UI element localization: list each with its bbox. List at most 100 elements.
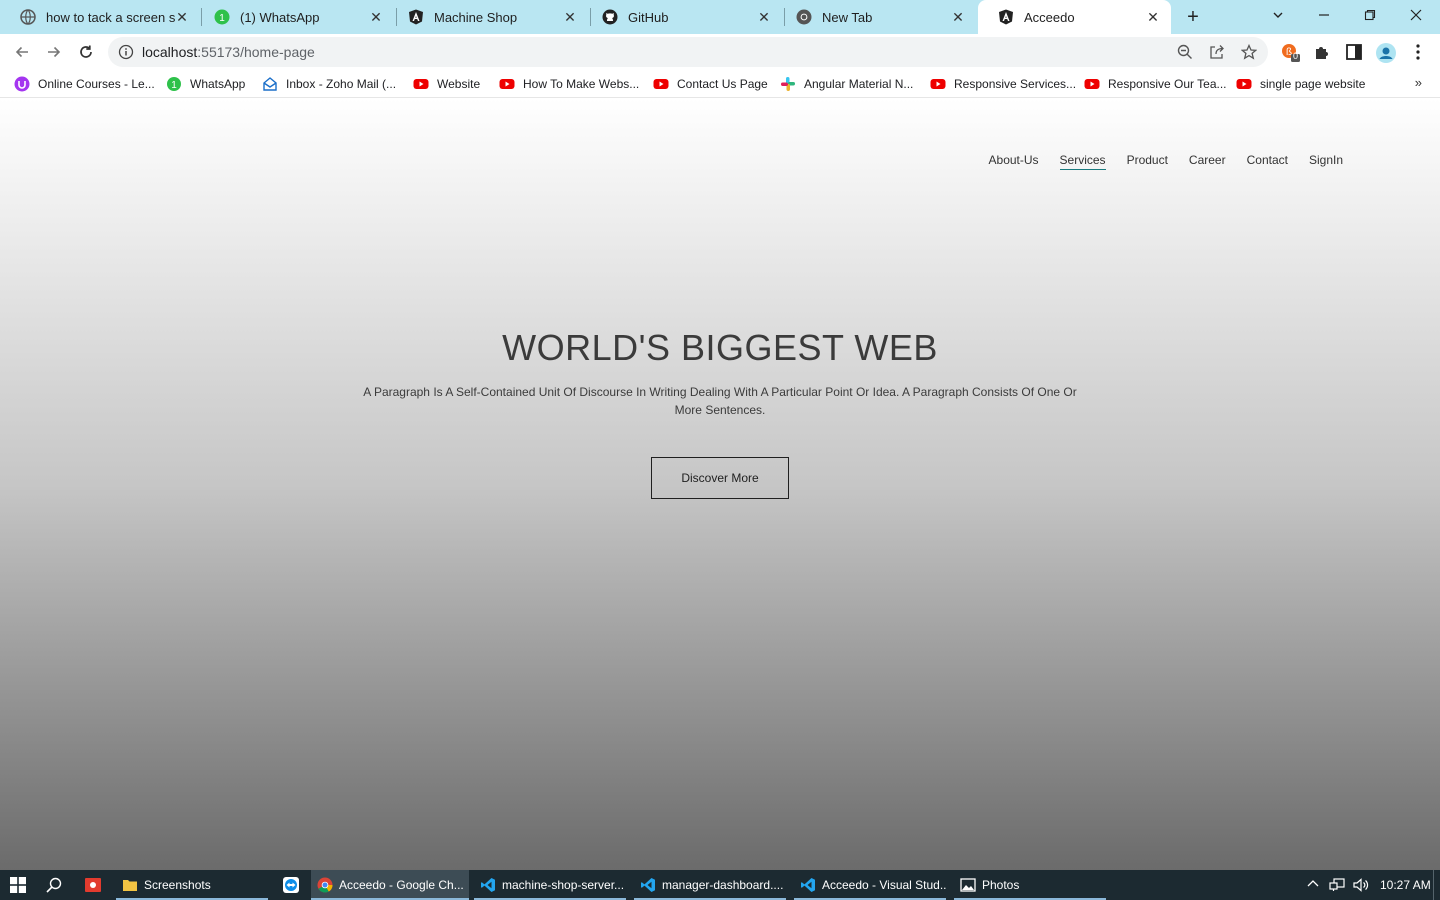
menu-kebab-icon[interactable]	[1411, 43, 1429, 61]
url-path: :55173/home-page	[197, 44, 315, 60]
tab-1[interactable]: how to tack a screen sho ✕	[0, 0, 200, 34]
bookmark-responsive-our-team[interactable]: Responsive Our Tea...	[1084, 75, 1227, 93]
side-panel-icon[interactable]	[1345, 43, 1363, 61]
new-tab-button[interactable]: +	[1181, 6, 1205, 28]
task-vscode-manager-dashboard[interactable]: manager-dashboard....	[634, 870, 786, 900]
close-icon[interactable]: ✕	[756, 9, 772, 25]
close-icon[interactable]: ✕	[1145, 9, 1161, 25]
share-icon[interactable]	[1209, 44, 1225, 60]
zoom-icon[interactable]	[1177, 44, 1193, 60]
windows-start-icon[interactable]	[10, 877, 26, 893]
tab-title: GitHub	[628, 9, 669, 25]
vscode-icon	[480, 877, 496, 893]
whatsapp-icon: 1	[214, 9, 230, 25]
svg-text:1: 1	[219, 13, 225, 24]
back-arrow-icon	[15, 46, 28, 58]
close-icon[interactable]: ✕	[368, 9, 384, 25]
bookmark-responsive-services[interactable]: Responsive Services...	[930, 75, 1076, 93]
network-icon[interactable]	[1329, 878, 1345, 895]
teamviewer-icon[interactable]	[283, 877, 299, 893]
bookmark-star-icon[interactable]	[1240, 43, 1258, 60]
extension-icon[interactable]: ß 0	[1281, 43, 1300, 62]
angular-icon	[408, 9, 424, 25]
task-photos[interactable]: Photos	[954, 870, 1106, 900]
nav-contact[interactable]: Contact	[1247, 153, 1288, 170]
tab-title: New Tab	[822, 9, 873, 25]
tab-strip: how to tack a screen sho ✕ 1 (1) WhatsAp…	[0, 0, 1440, 34]
bookmark-website[interactable]: Website	[413, 75, 480, 93]
chrome-icon	[317, 877, 333, 893]
forward-arrow-icon	[48, 46, 61, 58]
info-icon[interactable]	[118, 44, 134, 60]
address-bar[interactable]: localhost:55173/home-page	[108, 37, 1268, 67]
discover-more-button[interactable]: Discover More	[651, 457, 789, 499]
close-icon[interactable]: ✕	[174, 9, 190, 25]
page-content: About-Us Services Product Career Contact…	[0, 99, 1440, 870]
bookmark-zoho-mail[interactable]: Inbox - Zoho Mail (...	[262, 75, 396, 93]
nav-about-us[interactable]: About-Us	[989, 153, 1039, 170]
task-vscode-acceedo[interactable]: Acceedo - Visual Stud...	[794, 870, 946, 900]
nav-product[interactable]: Product	[1127, 153, 1168, 170]
windows-taskbar: Screenshots Acceedo - Google Ch... machi…	[0, 870, 1440, 900]
puzzle-icon[interactable]	[1313, 43, 1331, 61]
bookmark-whatsapp[interactable]: 1 WhatsApp	[166, 75, 245, 93]
task-vscode-machine-shop[interactable]: machine-shop-server...	[474, 870, 626, 900]
angular-icon	[998, 9, 1014, 25]
profile-avatar-icon[interactable]	[1376, 43, 1396, 63]
tab-4[interactable]: GitHub ✕	[582, 0, 782, 34]
youtube-icon	[499, 76, 515, 92]
hero-title: WORLD'S BIGGEST WEB	[502, 327, 938, 368]
chrome-icon	[796, 9, 812, 25]
tab-3[interactable]: Machine Shop ✕	[388, 0, 588, 34]
minimize-button[interactable]	[1309, 4, 1339, 28]
show-desktop-button[interactable]	[1433, 870, 1440, 900]
task-chrome-acceedo[interactable]: Acceedo - Google Ch...	[311, 870, 469, 900]
vscode-icon	[640, 877, 656, 893]
more-bookmarks-button[interactable]: »	[1415, 75, 1422, 90]
extension-badge: 0	[1293, 51, 1299, 61]
youtube-icon	[1236, 76, 1252, 92]
bookmarks-bar: Online Courses - Le... 1 WhatsApp Inbox …	[0, 70, 1440, 98]
bookmark-contact-us-page[interactable]: Contact Us Page	[653, 75, 768, 93]
tab-title: (1) WhatsApp	[240, 9, 320, 25]
tab-5[interactable]: New Tab ✕	[776, 0, 976, 34]
zoho-mail-icon	[262, 76, 278, 92]
task-screenshots[interactable]: Screenshots	[116, 870, 268, 900]
chevron-up-icon[interactable]	[1307, 878, 1319, 893]
search-icon[interactable]	[46, 877, 62, 893]
bookmark-single-page-website[interactable]: single page website	[1236, 75, 1365, 93]
nav-career[interactable]: Career	[1189, 153, 1226, 170]
tab-title: Acceedo	[1024, 9, 1075, 25]
nav-services[interactable]: Services	[1059, 153, 1106, 170]
url-text[interactable]: localhost:55173/home-page	[142, 44, 315, 60]
volume-icon[interactable]	[1353, 878, 1371, 895]
close-icon[interactable]: ✕	[950, 9, 966, 25]
tab-title: how to tack a screen sho	[46, 9, 176, 25]
site-nav: About-Us Services Product Career Contact…	[968, 153, 1343, 170]
tab-active[interactable]: Acceedo ✕	[978, 0, 1171, 34]
whatsapp-icon: 1	[166, 76, 182, 92]
restore-button[interactable]	[1355, 4, 1385, 28]
folder-icon	[122, 877, 138, 893]
back-button[interactable]	[10, 40, 34, 64]
bookmark-angular-material[interactable]: Angular Material N...	[780, 75, 913, 93]
youtube-icon	[930, 76, 946, 92]
tab-2[interactable]: 1 (1) WhatsApp ✕	[194, 0, 394, 34]
nav-signin[interactable]: SignIn	[1309, 153, 1343, 170]
forward-button[interactable]	[42, 40, 66, 64]
bookmark-online-courses[interactable]: Online Courses - Le...	[14, 75, 155, 93]
close-window-button[interactable]	[1401, 4, 1431, 28]
photos-icon	[960, 877, 976, 893]
bookmark-how-to-make-websites[interactable]: How To Make Webs...	[499, 75, 639, 93]
recorder-app-icon[interactable]	[85, 877, 101, 893]
tab-search-icon[interactable]	[1263, 4, 1293, 28]
svg-text:1: 1	[171, 80, 177, 91]
youtube-icon	[653, 76, 669, 92]
browser-toolbar: localhost:55173/home-page ß 0	[0, 34, 1440, 70]
close-icon[interactable]: ✕	[562, 9, 578, 25]
slack-icon	[780, 76, 796, 92]
clock-time[interactable]: 10:27 AM	[1380, 878, 1431, 892]
reload-button[interactable]	[74, 40, 98, 64]
tab-title: Machine Shop	[434, 9, 518, 25]
reload-icon	[80, 45, 92, 58]
